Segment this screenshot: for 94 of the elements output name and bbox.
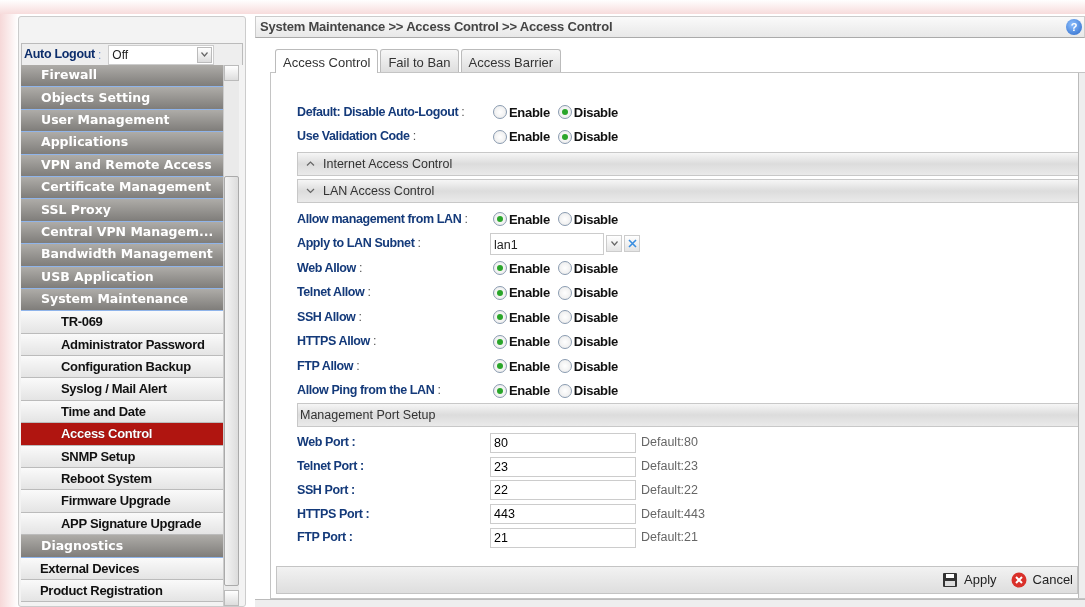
radio-button[interactable] [493,383,507,398]
port-field[interactable]: 23 [490,456,636,477]
cancel-button[interactable]: Cancel [1010,570,1073,590]
radio-button[interactable] [493,334,507,349]
port-field[interactable]: 443 [490,503,636,524]
radio-label[interactable]: Disable [573,258,618,278]
radio-label[interactable]: Disable [573,209,618,229]
radio-label[interactable]: Disable [573,381,618,401]
field-label: HTTPS Port : [297,505,371,523]
field-label: FTP Port : [297,529,354,547]
radio-button[interactable] [557,129,572,144]
auto-logout-select[interactable]: Off [108,44,215,65]
radio-label[interactable]: Enable [509,209,550,229]
port-field[interactable]: 22 [490,480,636,501]
radio-label[interactable]: Enable [509,258,550,278]
field-label: Default: Disable Auto-Logout : [297,103,466,121]
default-hint: Default:21 [641,529,698,547]
menu-item[interactable]: Firmware Upgrade [21,490,223,513]
radio-label[interactable]: Enable [509,356,550,376]
menu-item[interactable]: APP Signature Upgrade [21,512,223,536]
field-label: SSH Allow : [297,308,363,326]
menu-item[interactable]: Administrator Password [21,333,223,357]
radio-label[interactable]: Disable [573,356,618,376]
default-hint: Default:80 [641,434,698,452]
radio-label[interactable]: Disable [573,102,618,122]
field-label: SSH Port : [297,481,356,499]
default-hint: Default:22 [641,481,698,499]
field-label: FTP Allow : [297,357,361,375]
radio-label[interactable]: Enable [509,102,550,122]
menu-item[interactable]: Syslog / Mail Alert [21,378,223,401]
radio-button[interactable] [557,383,572,398]
field-label: Telnet Allow : [297,284,372,302]
radio-button[interactable] [557,285,572,300]
clear-button[interactable] [624,235,640,253]
radio-button[interactable] [557,310,572,325]
radio-button[interactable] [557,334,572,349]
radio-label[interactable]: Enable [509,381,550,401]
dropdown-button[interactable] [606,235,622,253]
menu-item[interactable]: SNMP Setup [21,445,223,469]
menu-item[interactable]: TR-069 [21,311,223,334]
apply-button[interactable]: Apply [942,570,997,590]
section-toggle[interactable]: Internet Access Control [323,154,453,174]
radio-label[interactable]: Disable [573,307,618,327]
subnet-field[interactable]: lan1 [490,232,604,255]
field-label: Use Validation Code : [297,128,417,146]
tab[interactable]: Fail to Ban [380,49,459,72]
default-hint: Default:23 [641,458,698,476]
radio-button[interactable] [557,359,572,374]
field-label: Allow Ping from the LAN : [297,382,442,400]
radio-label[interactable]: Disable [573,127,618,147]
radio-button[interactable] [557,105,572,120]
caret-icon [201,52,209,57]
section-header: Management Port Setup [300,406,436,424]
menu-item[interactable]: Reboot System [21,468,223,491]
radio-button[interactable] [493,310,507,325]
menu-item[interactable]: External Devices [21,557,223,580]
separator: : [98,46,102,64]
cancel-icon [1010,572,1027,588]
port-field[interactable]: 80 [490,432,636,453]
radio-label[interactable]: Enable [509,332,550,352]
radio-button[interactable] [493,129,507,144]
radio-button[interactable] [493,285,507,300]
chevron-down-icon[interactable] [306,188,315,194]
radio-button[interactable] [557,261,572,276]
radio-button[interactable] [493,212,507,227]
radio-label[interactable]: Disable [573,332,618,352]
field-label: Web Allow : [297,259,364,277]
radio-button[interactable] [493,105,507,120]
chevron-up-icon[interactable] [306,161,315,167]
auto-logout-label: Auto Logout [24,46,95,64]
tab[interactable]: Access Control [275,49,379,73]
radio-label[interactable]: Enable [509,307,550,327]
menu-item[interactable]: Time and Date [21,400,223,424]
field-label: Telnet Port : [297,458,365,476]
breadcrumb: System Maintenance >> Access Control >> Access Control [260,18,613,37]
field-label: HTTPS Allow : [297,333,378,351]
radio-button[interactable] [493,261,507,276]
port-field[interactable]: 21 [490,527,636,548]
radio-button[interactable] [493,359,507,374]
radio-button[interactable] [557,212,572,227]
field-label: Web Port : [297,434,357,452]
menu-item[interactable]: Access Control [21,423,223,446]
radio-label[interactable]: Disable [573,283,618,303]
section-toggle[interactable]: LAN Access Control [323,181,435,201]
default-hint: Default:443 [641,505,705,523]
menu-item[interactable]: Configuration Backup [21,356,223,379]
caret-icon [610,241,618,247]
radio-label[interactable]: Enable [509,127,550,147]
close-icon [627,239,637,249]
field-label: Allow management from LAN : [297,210,469,228]
radio-label[interactable]: Enable [509,283,550,303]
tab[interactable]: Access Barrier [460,49,562,72]
menu-item[interactable]: Product Registration [21,580,223,603]
field-label: Apply to LAN Subnet : [297,235,422,253]
